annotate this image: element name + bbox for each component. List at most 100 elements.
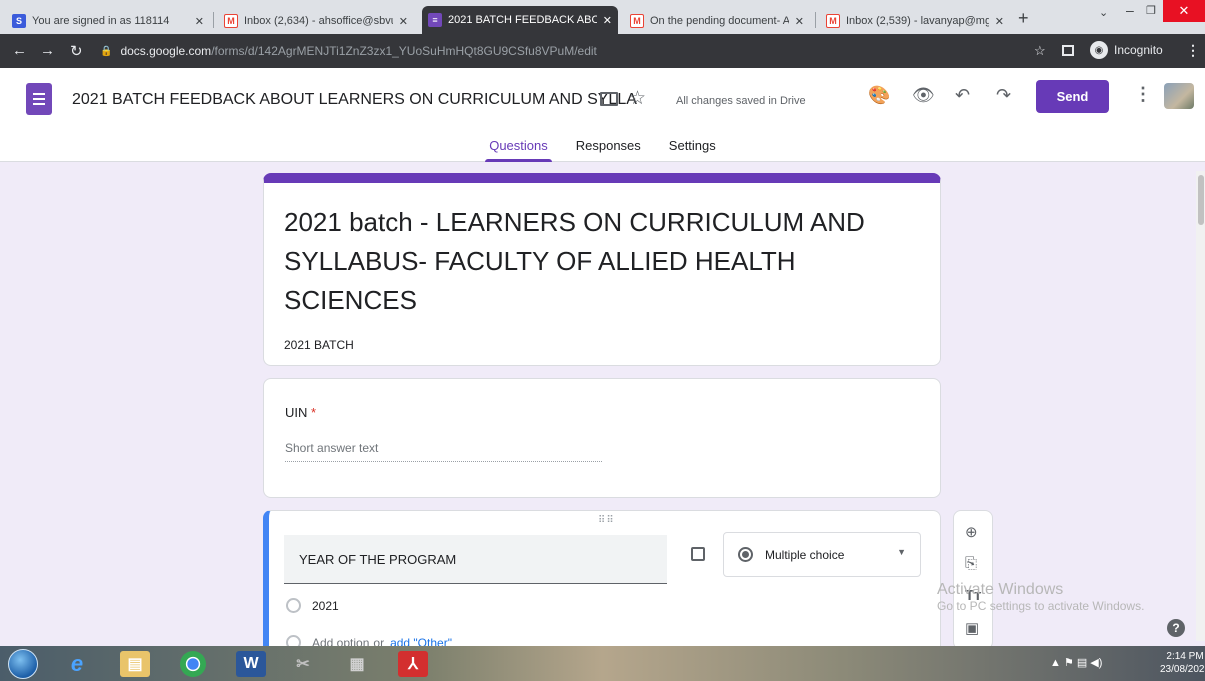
back-icon[interactable]: ← [12,42,27,59]
google-forms-icon[interactable] [26,83,52,115]
import-questions-icon[interactable]: ⎘ [965,555,977,572]
browser-toolbar: ← → ↻ 🔒 docs.google.com /forms/d/142AgrM… [0,34,1205,68]
add-image-icon[interactable] [691,547,705,561]
watermark-subtitle: Go to PC settings to activate Windows. [937,599,1145,613]
forms-header: 2021 BATCH FEEDBACK ABOUT LEARNERS ON CU… [0,68,1205,162]
watermark-title: Activate Windows [937,581,1064,598]
system-tray-icons[interactable]: ▲ ⚑ ▤ ◀) [1050,656,1102,669]
help-icon[interactable]: ? [1167,619,1185,637]
star-icon[interactable]: ☆ [629,87,646,110]
tab-close-icon[interactable]: ✕ [603,14,612,27]
url-path: /forms/d/142AgrMENJTi1ZnZ3zx1_YUoSuHmHQt… [211,44,597,58]
add-other-link[interactable]: add "Other" [390,636,452,647]
required-asterisk: * [311,405,317,420]
start-button-icon[interactable] [8,649,38,679]
question-card-active[interactable]: ⠿⠿ YEAR OF THE PROGRAM Multiple choice ▼… [263,510,941,646]
incognito-icon: ◉ [1090,41,1108,59]
tab-close-icon[interactable]: ✕ [995,15,1004,28]
add-question-icon[interactable]: ⊕ [965,523,978,541]
scrollbar-thumb[interactable] [1198,175,1204,225]
tab-settings[interactable]: Settings [665,138,720,162]
browser-menu-icon[interactable]: ⋮ [1186,42,1200,59]
avatar[interactable] [1164,83,1194,109]
activate-windows-watermark: Activate Windows Go to PC settings to ac… [937,581,1144,613]
question-title-input[interactable]: YEAR OF THE PROGRAM [284,535,667,584]
add-option-label[interactable]: Add option [312,636,369,647]
file-explorer-icon[interactable]: ▤ [120,651,150,677]
clock-date: 23/08/2022 [1160,664,1205,675]
gmail-icon: M [224,14,238,28]
tab-divider [815,12,816,28]
floating-toolbar: ⊕ ⎘ Tт ▣ [953,510,993,646]
send-button[interactable]: Send [1036,80,1109,113]
reload-icon[interactable]: ↻ [70,42,83,60]
side-panel-icon[interactable] [1062,45,1074,56]
browser-tab-2[interactable]: M Inbox (2,634) - ahsoffice@sbvu ✕ [218,8,414,34]
tab-title: On the pending document- A [650,15,789,27]
browser-tab-4[interactable]: M On the pending document- A ✕ [624,8,810,34]
incognito-indicator[interactable]: ◉ Incognito [1090,41,1163,59]
word-icon[interactable]: W [236,651,266,677]
gmail-icon: M [826,14,840,28]
radio-button-icon [738,547,753,562]
tab-responses[interactable]: Responses [572,138,645,162]
question-title: UIN * [285,405,316,420]
bookmark-star-icon[interactable]: ☆ [1034,43,1046,59]
choice-option-label[interactable]: 2021 [312,599,339,613]
acrobat-icon[interactable]: ⅄ [398,651,428,677]
chrome-icon[interactable] [180,651,206,677]
incognito-label: Incognito [1114,43,1163,57]
question-title-text: UIN [285,405,308,420]
redo-icon[interactable]: ↷ [996,85,1011,106]
question-type-select[interactable]: Multiple choice ▼ [723,532,921,577]
radio-circle-icon [286,635,301,646]
undo-icon[interactable]: ↶ [955,85,970,106]
question-card-uin[interactable]: UIN * Short answer text [263,378,941,498]
tab-divider [213,12,214,28]
drag-handle-icon[interactable]: ⠿⠿ [598,515,615,526]
form-title-card[interactable]: 2021 batch - LEARNERS ON CURRICULUM AND … [263,173,941,366]
palette-icon[interactable]: 🎨 [868,85,890,106]
url-host: docs.google.com [120,44,212,58]
choice-option[interactable]: 2021 [286,598,339,613]
new-tab-icon[interactable]: + [1018,8,1029,29]
lock-icon: 🔒 [100,45,113,57]
window-close-icon[interactable]: ✕ [1163,0,1205,22]
clock-time: 2:14 PM [1166,651,1204,662]
browser-tab-1[interactable]: S You are signed in as 118114 ✕ [6,8,210,34]
browser-tab-strip: S You are signed in as 118114 ✕ M Inbox … [0,0,1205,34]
tab-title: You are signed in as 118114 [32,15,170,27]
restore-icon[interactable]: ❐ [1146,4,1156,17]
tab-close-icon[interactable]: ✕ [195,15,204,28]
screen: S You are signed in as 118114 ✕ M Inbox … [0,0,1205,681]
add-image-icon[interactable]: ▣ [965,619,979,637]
browser-tab-5[interactable]: M Inbox (2,539) - lavanyap@mgr ✕ [820,8,1010,34]
address-bar[interactable]: 🔒 docs.google.com /forms/d/142AgrMENJTi1… [100,39,1040,63]
internet-explorer-icon[interactable]: e [62,651,92,677]
forward-icon[interactable]: → [40,42,55,59]
move-folder-icon[interactable] [600,92,618,106]
form-title[interactable]: 2021 batch - LEARNERS ON CURRICULUM AND … [284,203,924,320]
more-options-icon[interactable]: ⋮ [1134,84,1152,105]
add-option-row[interactable]: Add option or add "Other" [286,635,452,646]
or-label: or [373,635,385,647]
save-status: All changes saved in Drive [676,95,806,107]
tab-title: Inbox (2,634) - ahsoffice@sbvu [244,15,393,27]
preview-eye-icon[interactable]: 👁 [912,85,935,106]
windows-taskbar: e ▤ W ✂ ▦ ⅄ ▲ ⚑ ▤ ◀) 2:14 PM 23/08/2022 [0,646,1205,681]
network-tool-icon[interactable]: ▦ [342,651,372,677]
minimize-icon[interactable]: – [1126,2,1134,18]
tab-favicon-icon: S [12,14,26,28]
tab-close-icon[interactable]: ✕ [795,15,804,28]
tab-title: Inbox (2,539) - lavanyap@mgr [846,15,989,27]
forms-tabs: Questions Responses Settings [0,138,1205,162]
scrollbar[interactable] [1196,171,1205,641]
document-title[interactable]: 2021 BATCH FEEDBACK ABOUT LEARNERS ON CU… [72,91,637,109]
browser-tab-active[interactable]: ≡ 2021 BATCH FEEDBACK ABOUT ✕ [422,6,618,34]
tab-close-icon[interactable]: ✕ [399,15,408,28]
taskbar-clock[interactable]: 2:14 PM 23/08/2022 [1160,650,1205,676]
form-description[interactable]: 2021 BATCH [284,338,354,352]
tab-search-icon[interactable]: ⌄ [1099,6,1108,19]
snipping-tool-icon[interactable]: ✂ [288,651,318,677]
tab-questions[interactable]: Questions [485,138,552,162]
